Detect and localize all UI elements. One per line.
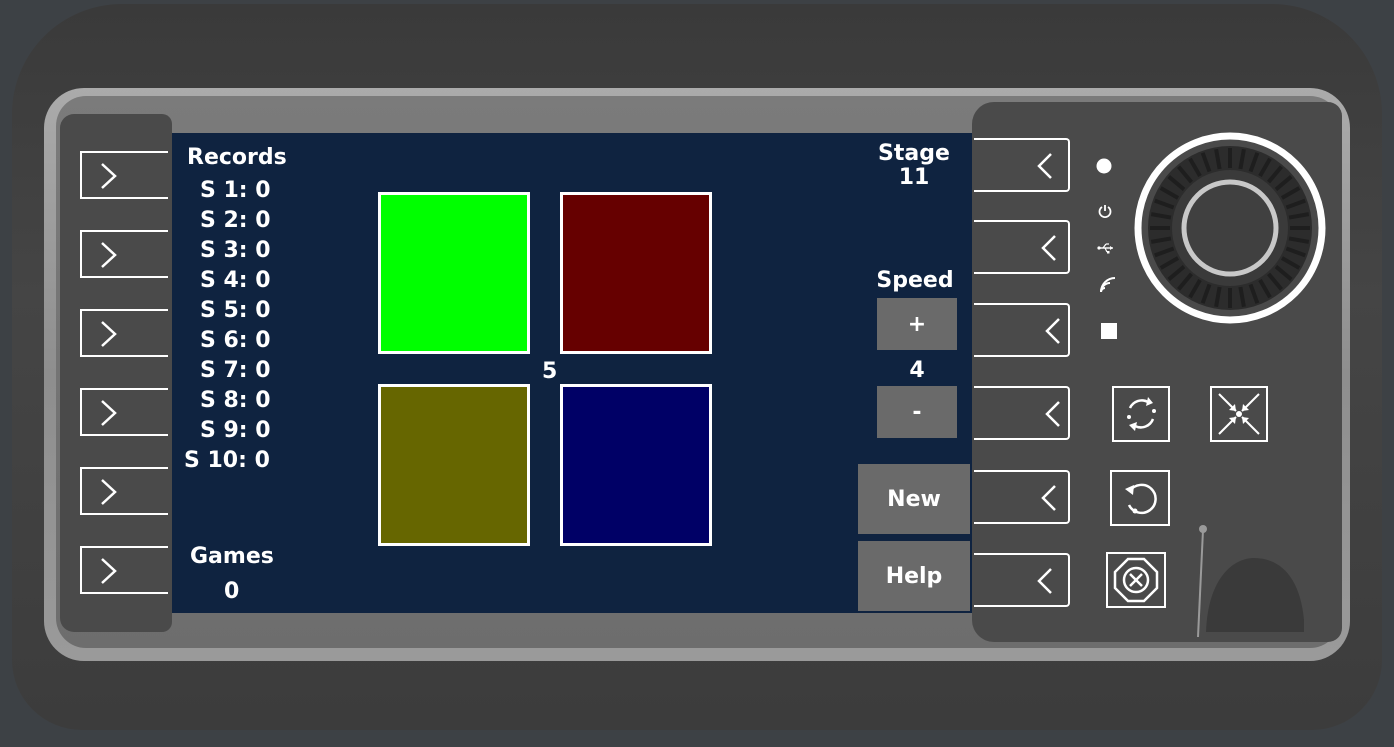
right-softkey-5[interactable] [974, 470, 1070, 524]
right-softkey-1[interactable] [974, 138, 1070, 192]
left-softkey-6[interactable] [80, 546, 168, 594]
chevron-left-icon [1037, 153, 1052, 179]
games-title: Games [190, 544, 274, 569]
game-screen: Records S 1: 0 S 2: 0 S 3: 0 S 4: 0 S 5:… [172, 133, 972, 613]
left-softkey-2[interactable] [80, 230, 168, 278]
chevron-right-icon [101, 163, 117, 189]
antenna-dome [1197, 525, 1304, 638]
chevron-left-icon [1045, 318, 1060, 344]
speed-value: 4 [909, 358, 925, 383]
records-title: Records [187, 145, 287, 170]
speed-decrease-button[interactable]: - [877, 386, 957, 438]
right-softkey-3[interactable] [974, 303, 1070, 357]
tile-blue[interactable] [560, 384, 712, 546]
games-count: 0 [224, 579, 240, 604]
tile-yellow[interactable] [378, 384, 530, 546]
reset-button[interactable] [1110, 470, 1170, 526]
new-game-button[interactable]: New [858, 464, 970, 534]
chevron-left-icon [1041, 485, 1056, 511]
record-stage-4: S 4: 0 [200, 268, 271, 293]
left-softkey-5[interactable] [80, 467, 168, 515]
chevron-right-icon [101, 558, 117, 584]
sequence-counter: 5 [542, 359, 558, 384]
rotary-knob[interactable] [1132, 130, 1328, 326]
record-stage-6: S 6: 0 [200, 328, 271, 353]
record-stage-3: S 3: 0 [200, 238, 271, 263]
stage-title: Stage [878, 141, 950, 166]
fullscreen-button[interactable] [1210, 386, 1268, 442]
tile-green[interactable] [378, 192, 530, 354]
restart-icon [1125, 483, 1157, 515]
close-button[interactable] [1106, 552, 1166, 608]
record-stage-9: S 9: 0 [200, 418, 271, 443]
record-stage-1: S 1: 0 [200, 178, 271, 203]
speed-title: Speed [876, 268, 954, 293]
wifi-icon [1100, 277, 1116, 293]
record-stage-8: S 8: 0 [200, 388, 271, 413]
speed-increase-button[interactable]: + [877, 298, 957, 350]
right-softkey-4[interactable] [974, 386, 1070, 440]
chevron-right-icon [101, 242, 117, 268]
close-icon [1113, 557, 1159, 603]
collapse-icon [1218, 393, 1260, 435]
stop-icon [1101, 323, 1117, 339]
right-softkey-2[interactable] [974, 220, 1070, 274]
refresh-icon [1127, 397, 1156, 431]
chevron-right-icon [101, 400, 117, 426]
tile-red[interactable] [560, 192, 712, 354]
right-softkey-6[interactable] [974, 553, 1070, 607]
record-stage-2: S 2: 0 [200, 208, 271, 233]
left-softkey-1[interactable] [80, 151, 168, 199]
record-stage-10: S 10: 0 [184, 448, 270, 473]
power-icon [1098, 205, 1112, 218]
refresh-button[interactable] [1112, 386, 1170, 442]
chevron-right-icon [101, 321, 117, 347]
dot-icon [1096, 158, 1112, 174]
stage-value: 11 [898, 165, 930, 190]
chevron-left-icon [1037, 568, 1052, 594]
chevron-left-icon [1041, 235, 1056, 261]
usb-icon [1097, 243, 1113, 254]
record-stage-7: S 7: 0 [200, 358, 271, 383]
left-softkey-4[interactable] [80, 388, 168, 436]
record-stage-5: S 5: 0 [200, 298, 271, 323]
chevron-left-icon [1045, 401, 1060, 427]
help-button[interactable]: Help [858, 541, 970, 611]
left-softkey-3[interactable] [80, 309, 168, 357]
chevron-right-icon [101, 479, 117, 505]
